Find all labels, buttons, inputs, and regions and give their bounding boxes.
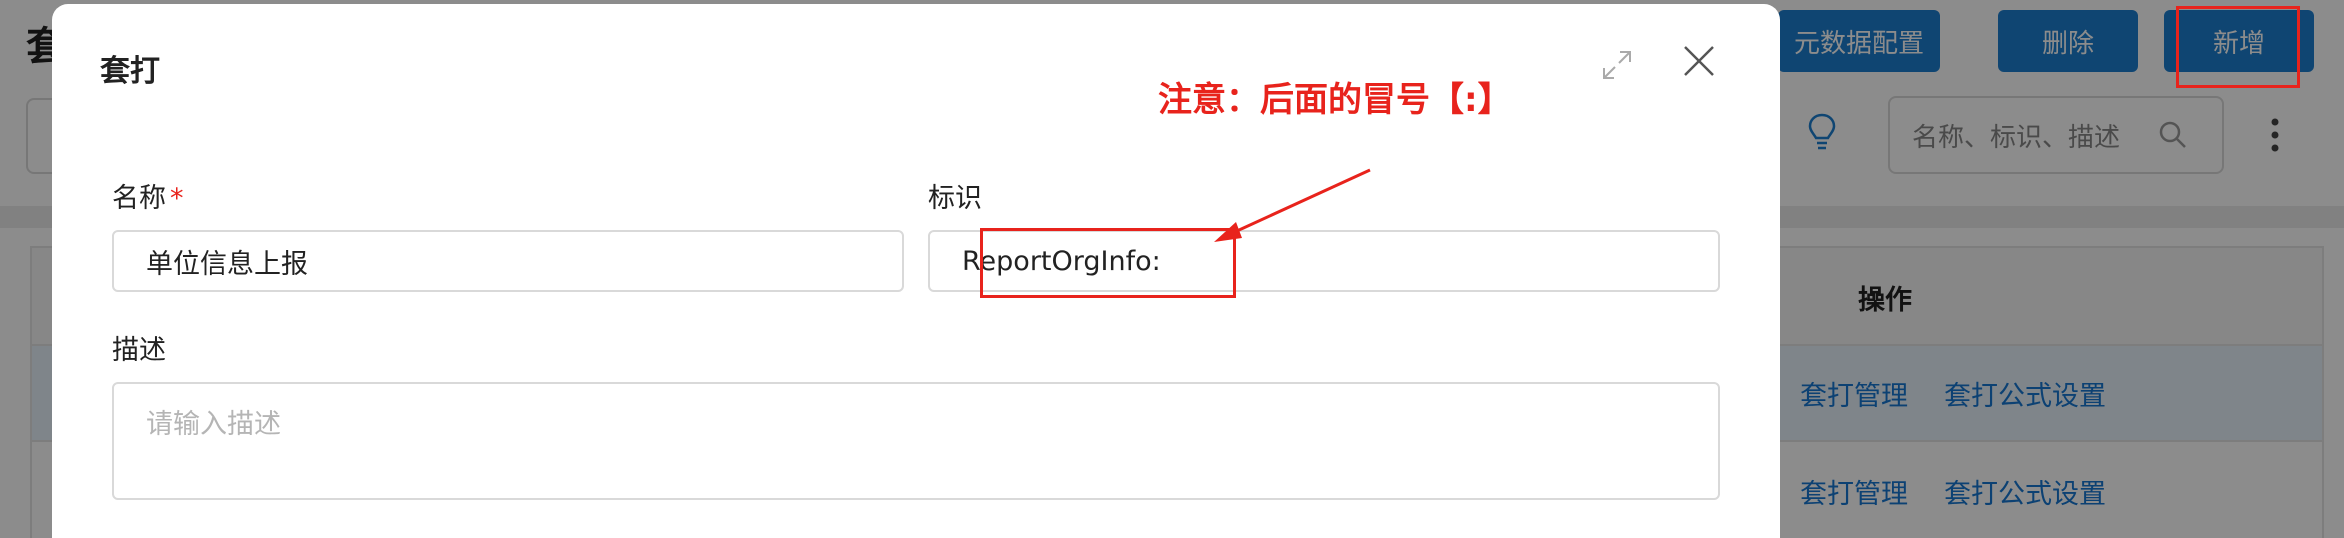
name-field[interactable]: 单位信息上报 [112,230,904,292]
name-label: 名称 * [112,176,184,215]
required-mark: * [170,183,184,214]
print-template-dialog: 套打 注意：后面的冒号【:】 名称 * 单位信息上报 标识 ReportOrgIn… [52,4,1780,538]
arrow-annotation [1214,168,1371,242]
identifier-label: 标识 [928,183,982,214]
name-label-text: 名称 [112,183,166,214]
identifier-highlight-box [980,228,1236,298]
maximize-icon[interactable] [1600,48,1634,82]
dialog-title: 套打 [100,54,160,89]
description-field[interactable]: 请输入描述 [112,382,1720,500]
add-button-highlight [2176,6,2300,88]
close-icon[interactable] [1682,44,1716,78]
annotation-note: 注意：后面的冒号【:】 [1158,80,1512,120]
description-label: 描述 [112,335,166,366]
